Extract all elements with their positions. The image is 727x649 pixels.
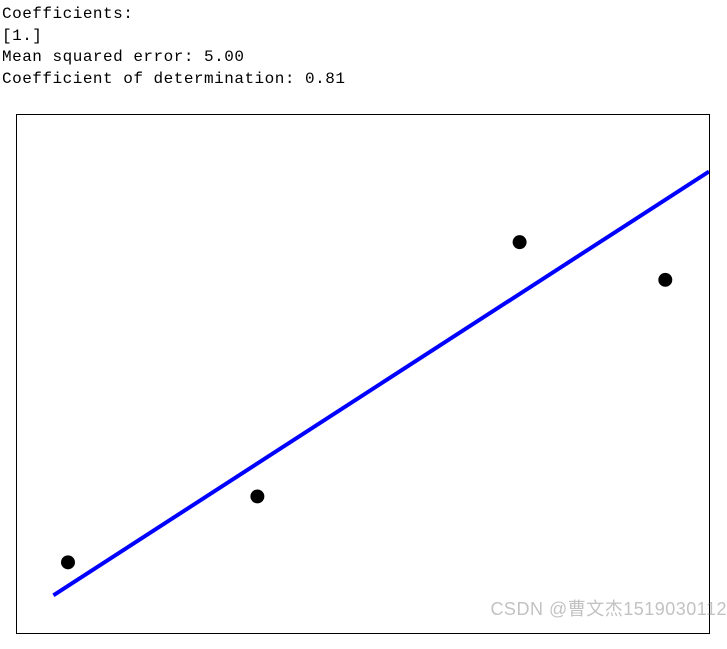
coefficients-value: [1.] [2, 26, 725, 48]
coefficients-label: Coefficients: [2, 4, 725, 26]
mse-line: Mean squared error: 5.00 [2, 47, 725, 69]
chart-frame [16, 114, 710, 634]
data-point [250, 490, 264, 504]
r2-line: Coefficient of determination: 0.81 [2, 69, 725, 91]
regression-line-group [53, 172, 709, 596]
regression-line [53, 172, 709, 596]
data-point [513, 236, 527, 250]
console-output: Coefficients: [1.] Mean squared error: 5… [0, 0, 727, 90]
data-point [658, 273, 672, 287]
data-points-group [61, 236, 672, 570]
data-point [61, 556, 75, 570]
scatter-plot [17, 115, 709, 633]
chart-container [16, 114, 710, 634]
